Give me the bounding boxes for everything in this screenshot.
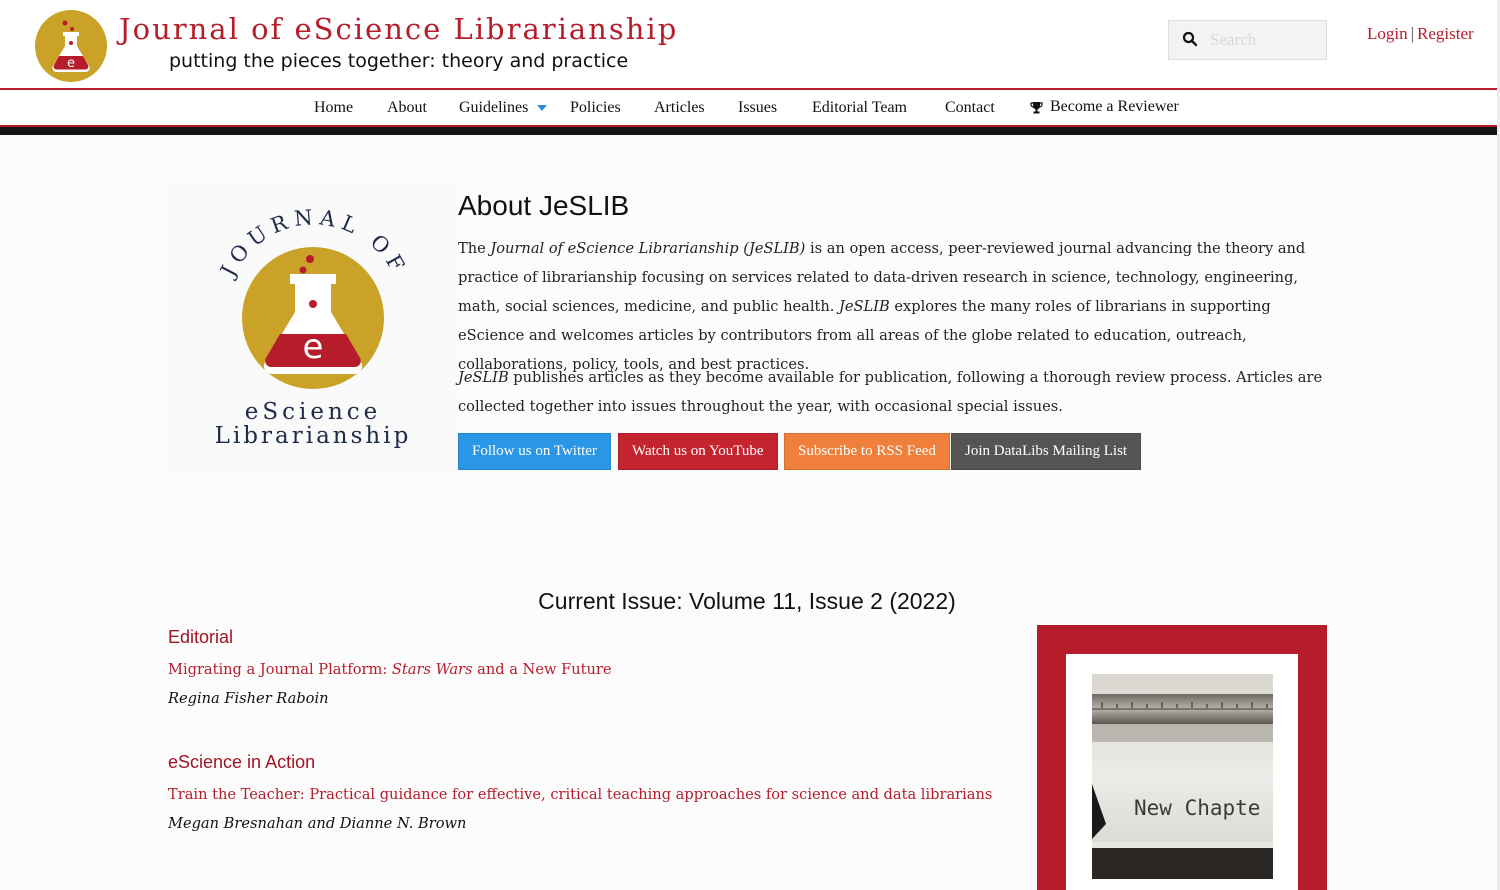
article-title-end: and a New Future — [472, 661, 612, 678]
nav-articles[interactable]: Articles — [654, 99, 705, 117]
article-link-migrating[interactable]: Migrating a Journal Platform: Stars Wars… — [168, 661, 612, 678]
nav-become-reviewer[interactable]: Become a Reviewer — [1050, 98, 1179, 116]
about-journal-logo: JOURNAL OF e eScience Librarianship — [168, 184, 458, 476]
nav-about[interactable]: About — [387, 99, 427, 117]
about-title: About JeSLIB — [458, 190, 630, 221]
watch-youtube-button[interactable]: Watch us on YouTube — [618, 433, 778, 470]
site-tagline: putting the pieces together: theory and … — [169, 50, 629, 72]
chevron-down-icon[interactable] — [537, 105, 547, 111]
follow-twitter-button[interactable]: Follow us on Twitter — [458, 433, 611, 470]
site-title[interactable]: Journal of eScience Librarianship — [119, 12, 678, 46]
about-paragraph-2: JeSLIB publishes articles as they become… — [458, 363, 1338, 421]
p1-journal-name: Journal of eScience Librarianship (JeSLI… — [490, 240, 806, 257]
p1-text: The — [458, 240, 491, 257]
article-link-train-the-teacher[interactable]: Train the Teacher: Practical guidance fo… — [168, 786, 992, 803]
svg-text:e: e — [67, 56, 75, 71]
search-input[interactable] — [1210, 22, 1322, 58]
current-issue-heading: Current Issue: Volume 11, Issue 2 (2022) — [538, 588, 956, 614]
nav-contact[interactable]: Contact — [945, 99, 995, 117]
trophy-icon — [1030, 102, 1043, 114]
about-paragraph-1: The Journal of eScience Librarianship (J… — [458, 234, 1338, 379]
nav-home[interactable]: Home — [314, 99, 353, 117]
nav-issues[interactable]: Issues — [738, 99, 777, 117]
login-link[interactable]: Login — [1367, 24, 1408, 43]
svg-text:e: e — [303, 327, 324, 367]
issue-cover-image[interactable]: New Chapte — [1092, 674, 1273, 879]
nav-guidelines[interactable]: Guidelines — [459, 99, 528, 117]
subscribe-rss-button[interactable]: Subscribe to RSS Feed — [784, 433, 950, 470]
section-editorial: Editorial — [168, 627, 234, 647]
article-authors: Regina Fisher Raboin — [168, 690, 329, 707]
p1-abbr: JeSLIB — [839, 298, 890, 315]
p2-text: publishes articles as they become availa… — [458, 369, 1323, 415]
nav-divider-black — [0, 127, 1497, 135]
register-link[interactable]: Register — [1417, 24, 1474, 43]
nav-editorial-team[interactable]: Editorial Team — [812, 99, 907, 117]
site-header: e Journal of eScience Librarianship putt… — [0, 0, 1497, 88]
auth-links: Login | Register — [1367, 24, 1474, 44]
article-authors: Megan Bresnahan and Dianne N. Brown — [168, 815, 467, 832]
article-title-em: Stars Wars — [391, 661, 473, 678]
join-datalibs-button[interactable]: Join DataLibs Mailing List — [951, 433, 1142, 470]
logo-text-bottom: Librarianship — [215, 423, 412, 449]
article-title-part: Migrating a Journal Platform: — [168, 661, 392, 678]
p2-abbr: JeSLIB — [458, 369, 509, 386]
auth-separator: | — [1410, 24, 1415, 43]
journal-logo-icon[interactable]: e — [35, 10, 107, 82]
nav-policies[interactable]: Policies — [570, 99, 621, 117]
logo-text-mid: eScience — [245, 399, 382, 425]
main-nav: Home About Guidelines Policies Articles … — [0, 90, 1497, 126]
search-icon[interactable] — [1182, 31, 1198, 47]
cover-text: New Chapte — [1134, 796, 1260, 820]
section-escience-in-action: eScience in Action — [168, 752, 316, 772]
